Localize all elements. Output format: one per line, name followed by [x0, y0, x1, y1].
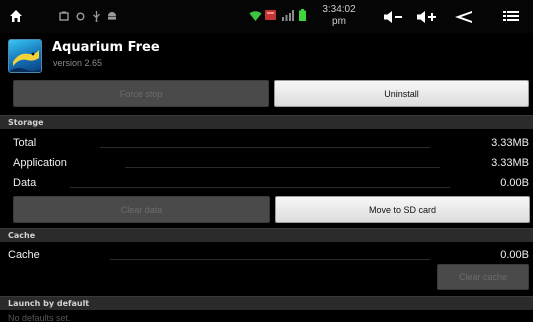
storage-section-header: Storage	[0, 115, 533, 129]
move-to-sd-card-button[interactable]: Move to SD card	[275, 196, 530, 223]
android-icon	[106, 7, 118, 25]
storage-total-value: 3.33MB	[491, 137, 529, 149]
uninstall-button[interactable]: Uninstall	[274, 80, 529, 107]
cache-value: 0.00B	[500, 249, 529, 261]
screenshot-icon	[58, 7, 70, 25]
storage-total-label: Total	[13, 137, 37, 149]
usb-icon	[90, 7, 102, 25]
row-divider	[110, 259, 430, 260]
app-name: Aquarium Free	[52, 40, 160, 55]
volume-up-icon[interactable]	[414, 6, 440, 28]
status-bar: 3:34:02 pm	[0, 0, 533, 33]
storage-data-label: Data	[13, 177, 37, 189]
cache-section-header: Cache	[0, 228, 533, 242]
cache-label: Cache	[8, 249, 40, 261]
wifi-icon	[248, 8, 262, 22]
back-icon[interactable]	[450, 6, 476, 28]
battery-icon	[297, 8, 307, 22]
home-icon[interactable]	[8, 7, 24, 25]
circle-icon	[74, 7, 86, 25]
row-divider	[100, 147, 430, 148]
storage-application-value: 3.33MB	[491, 157, 529, 169]
menu-icon[interactable]	[500, 6, 522, 28]
volume-down-icon[interactable]	[380, 6, 406, 28]
storage-application-label: Application	[13, 157, 67, 169]
storage-data-value: 0.00B	[500, 177, 529, 189]
clear-data-button[interactable]: Clear data	[13, 196, 270, 223]
row-divider	[125, 167, 440, 168]
row-divider	[70, 187, 450, 188]
app-version: version 2.65	[53, 58, 103, 68]
signal-icon	[280, 8, 294, 22]
clear-cache-button[interactable]: Clear cache	[437, 264, 529, 290]
app-icon	[8, 39, 42, 73]
force-stop-button[interactable]: Force stop	[13, 80, 269, 107]
launch-defaults-text: No defaults set.	[8, 313, 71, 322]
launch-by-default-section-header: Launch by default	[0, 296, 533, 310]
battery-warning-icon	[263, 8, 277, 22]
clock: 3:34:02 pm	[322, 4, 356, 27]
